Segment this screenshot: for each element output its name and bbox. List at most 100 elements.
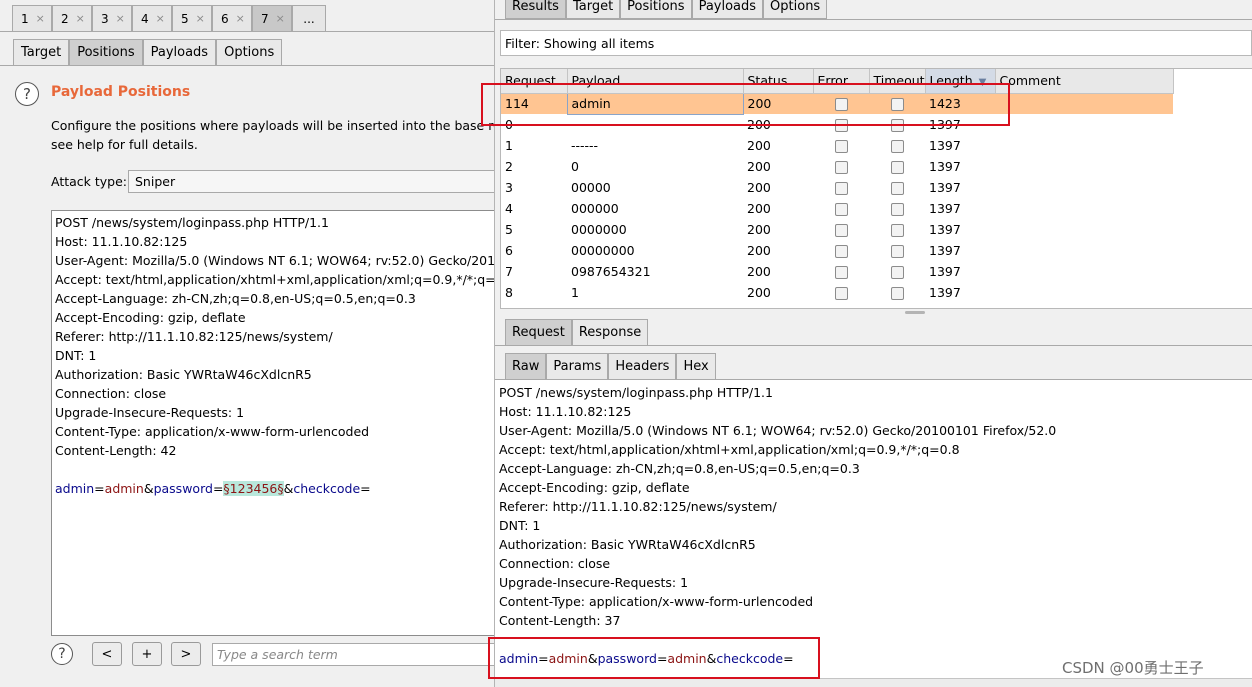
attack-tab-1[interactable]: 1 ×	[12, 5, 52, 31]
request-line: Referer: http://11.1.10.82:125/news/syst…	[499, 499, 777, 514]
equals: =	[656, 651, 668, 666]
param-key: password	[153, 481, 213, 496]
column-header-comment[interactable]: Comment	[995, 69, 1174, 94]
close-tab-icon[interactable]: ×	[156, 12, 165, 25]
tab-options[interactable]: Options	[763, 0, 828, 19]
attack-tab-5[interactable]: 5 ×	[172, 5, 212, 31]
timeout-checkbox	[890, 266, 904, 279]
table-row[interactable]: 7 0987654321 200 1397	[501, 261, 1173, 282]
cell-error	[813, 177, 869, 198]
param-key: checkcode	[716, 651, 784, 666]
error-checkbox	[834, 203, 848, 216]
request-line: Referer: http://11.1.10.82:125/news/syst…	[55, 329, 333, 344]
add-button[interactable]: +	[132, 642, 162, 666]
column-header-status[interactable]: Status	[743, 69, 814, 94]
request-headers: POST /news/system/loginpass.php HTTP/1.1…	[499, 383, 1249, 630]
tab-target[interactable]: Target	[565, 0, 621, 19]
table-row[interactable]: 114 admin 200 1423	[501, 92, 1173, 115]
help-icon[interactable]: ?	[51, 643, 73, 665]
attack-type-select[interactable]: Sniper	[128, 170, 496, 193]
next-match-button[interactable]: >	[171, 642, 201, 666]
error-checkbox	[834, 182, 848, 195]
request-body: admin=admin&password=§123456§&checkcode=	[55, 479, 496, 498]
close-tab-icon[interactable]: ×	[76, 12, 85, 25]
tab-headers[interactable]: Headers	[608, 353, 677, 379]
attack-tab-7[interactable]: 7 ×	[252, 5, 292, 31]
timeout-checkbox	[890, 119, 904, 132]
close-tab-icon[interactable]: ×	[236, 12, 245, 25]
column-header-request[interactable]: Request	[501, 69, 568, 94]
tab-payloads[interactable]: Payloads	[691, 0, 764, 19]
filter-bar[interactable]: Filter: Showing all items	[500, 30, 1252, 56]
attack-tab-4[interactable]: 4 ×	[132, 5, 172, 31]
cell-comment	[995, 156, 1173, 177]
more-tabs-button[interactable]: ...	[292, 5, 326, 31]
cell-request: 0	[505, 117, 513, 132]
attack-tab-3[interactable]: 3 ×	[92, 5, 132, 31]
table-row[interactable]: 5 0000000 200 1397	[501, 219, 1173, 240]
help-icon[interactable]: ?	[15, 82, 39, 106]
results-rows: 114 admin 200 1423 0 200 1397 1 ------ 200 1397 2 0 2…	[501, 92, 1173, 303]
tab-hex[interactable]: Hex	[676, 353, 716, 379]
cell-status: 200	[747, 138, 771, 153]
request-viewer[interactable]: POST /news/system/loginpass.php HTTP/1.1…	[495, 380, 1252, 680]
column-header-length[interactable]: Length ▼	[925, 69, 996, 94]
table-row[interactable]: 4 000000 200 1397	[501, 198, 1173, 219]
tab-options[interactable]: Options	[216, 39, 283, 65]
param-value: admin	[548, 651, 588, 666]
close-tab-icon[interactable]: ×	[116, 12, 125, 25]
cell-timeout	[869, 114, 925, 135]
attack-tab-6[interactable]: 6 ×	[212, 5, 252, 31]
tab-response[interactable]: Response	[571, 319, 649, 345]
cell-length: 1423	[925, 93, 995, 114]
cell-payload: 0	[571, 159, 579, 174]
table-row[interactable]: 2 0 200 1397	[501, 156, 1173, 177]
table-row[interactable]: 8 1 200 1397	[501, 282, 1173, 303]
request-line: Accept-Encoding: gzip, deflate	[499, 480, 690, 495]
cell-error	[813, 114, 869, 135]
cell-timeout	[869, 177, 925, 198]
tab-positions[interactable]: Positions	[69, 39, 143, 65]
cell-error	[813, 261, 869, 282]
cell-length: 1397	[929, 243, 961, 258]
close-tab-icon[interactable]: ×	[276, 12, 285, 25]
tab-label: 3	[101, 11, 109, 26]
search-input[interactable]: Type a search term	[212, 643, 496, 666]
watermark: CSDN @00勇士王子	[1062, 659, 1204, 677]
attack-tab-2[interactable]: 2 ×	[52, 5, 92, 31]
intruder-positions-window: 1 × 2 × 3 × 4 × 5 × 6 × 7 ×... Target Positions Paylo…	[0, 0, 496, 687]
split-pane-handle[interactable]	[905, 311, 925, 314]
tab-positions[interactable]: Positions	[620, 0, 692, 19]
request-line: DNT: 1	[55, 348, 97, 363]
column-header-timeout[interactable]: Timeout	[869, 69, 926, 94]
payload-marker[interactable]: §123456§	[223, 481, 284, 496]
section-description: Configure the positions where payloads w…	[51, 116, 496, 154]
ampersand: &	[283, 481, 294, 496]
request-template-editor[interactable]: POST /news/system/loginpass.php HTTP/1.1…	[51, 210, 496, 636]
table-row[interactable]: 3 00000 200 1397	[501, 177, 1173, 198]
bottom-toolbar	[495, 678, 1252, 687]
close-tab-icon[interactable]: ×	[196, 12, 205, 25]
timeout-checkbox	[890, 98, 904, 112]
cell-error	[813, 282, 869, 303]
column-header-error[interactable]: Error	[813, 69, 870, 94]
tab-request[interactable]: Request	[505, 319, 572, 345]
tab-params[interactable]: Params	[546, 353, 609, 379]
close-tab-icon[interactable]: ×	[36, 12, 45, 25]
tab-target[interactable]: Target	[13, 39, 70, 65]
tab-results[interactable]: Results	[505, 0, 566, 19]
tab-label: 1	[21, 11, 29, 26]
cell-length: 1397	[929, 201, 961, 216]
cell-length: 1397	[929, 138, 961, 153]
table-row[interactable]: 1 ------ 200 1397	[501, 135, 1173, 156]
previous-match-button[interactable]: <	[92, 642, 122, 666]
table-row[interactable]: 0 200 1397	[501, 114, 1173, 135]
table-row[interactable]: 6 00000000 200 1397	[501, 240, 1173, 261]
tab-raw[interactable]: Raw	[505, 353, 547, 379]
tab-payloads[interactable]: Payloads	[142, 39, 217, 65]
column-header-payload[interactable]: Payload	[567, 69, 744, 94]
table-header: Request Payload Status Error Timeout Len…	[501, 69, 1174, 94]
attack-tabs: 1 × 2 × 3 × 4 × 5 × 6 × 7 ×...	[12, 5, 326, 31]
request-line: Accept-Language: zh-CN,zh;q=0.8,en-US;q=…	[55, 291, 416, 306]
cell-status: 200	[747, 264, 771, 279]
